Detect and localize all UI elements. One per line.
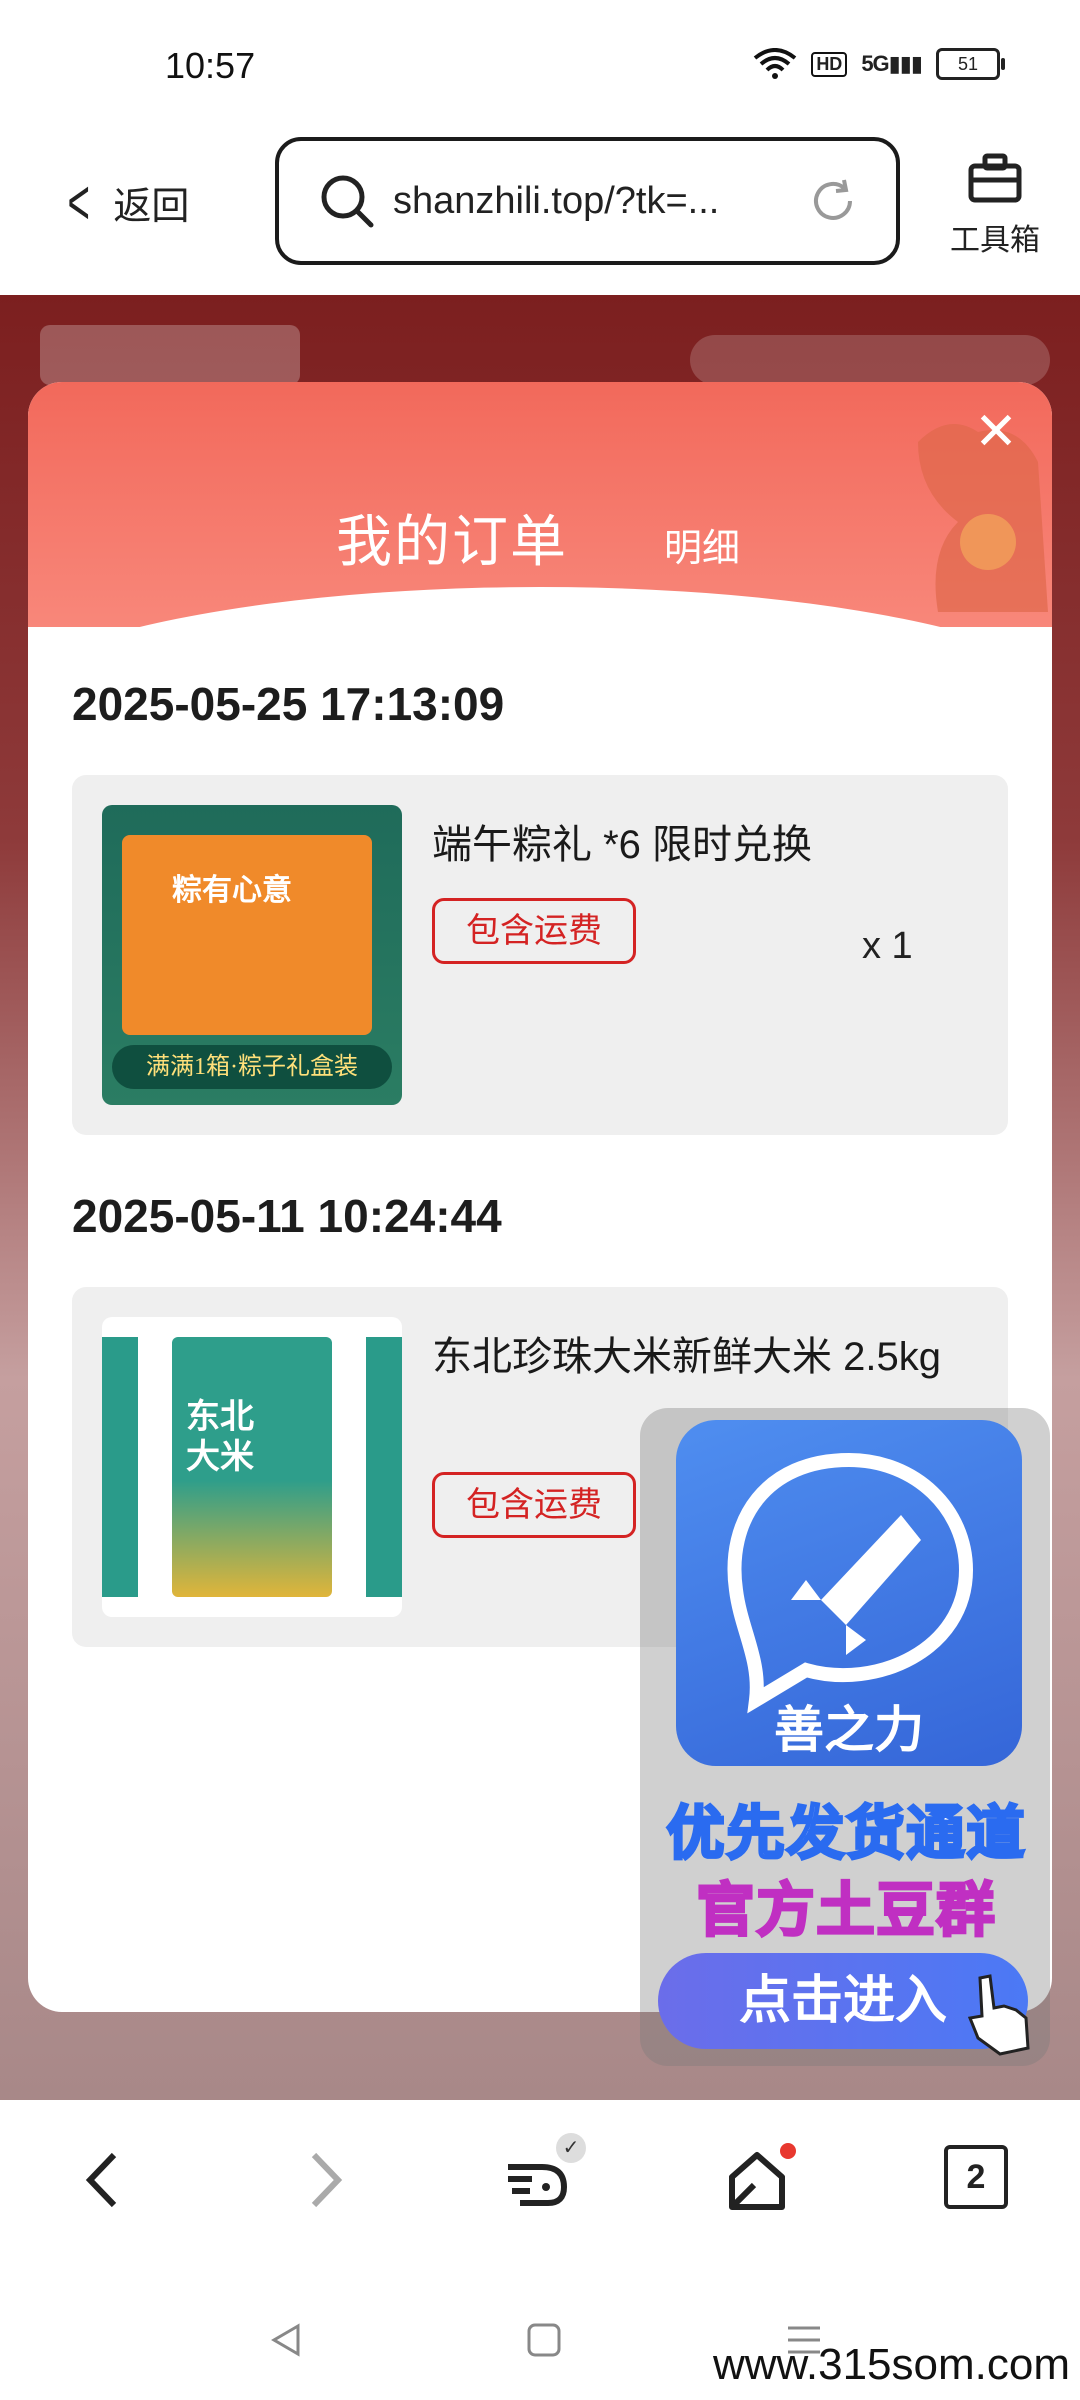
promo-line-1: 优先发货通道: [665, 1800, 1027, 1868]
detail-link[interactable]: 明细: [664, 517, 740, 572]
toolbox-icon: [968, 153, 1022, 203]
product-image: 粽有心意 满满1箱·粽子礼盒装: [102, 805, 402, 1105]
product-name: 东北珍珠大米新鲜大米 2.5kg: [432, 1335, 941, 1379]
floating-promo-banner[interactable]: 善之力 优先发货通道 官方土豆群 点击进入: [640, 1408, 1050, 2066]
search-icon: [321, 175, 374, 228]
order-date: 2025-05-11 10:24:44: [72, 1190, 502, 1242]
browser-top-bar: < 返回 shanzhili.top/?tk=... 工具箱: [0, 130, 1080, 295]
product-name: 端午粽礼 *6 限时兑换: [432, 823, 813, 867]
wifi-icon: [754, 48, 797, 79]
promo-line-2: 官方土豆群: [695, 1877, 997, 1945]
product-image: 东北大米: [102, 1317, 402, 1617]
notification-dot: [780, 2143, 796, 2159]
thumb-title: 东北大米: [186, 1398, 254, 1476]
order-card[interactable]: 粽有心意 满满1箱·粽子礼盒装 端午粽礼 *6 限时兑换 包含运费 x 1: [72, 775, 1008, 1135]
modal-title: 我的订单: [336, 510, 568, 573]
thumb-title: 粽有心意: [172, 874, 292, 907]
status-icons: HD 5G▮▮▮ 51: [753, 48, 1005, 80]
shipping-included-tag: 包含运费: [432, 898, 636, 964]
reload-icon[interactable]: [806, 174, 860, 228]
toolbox-label: 工具箱: [950, 224, 1040, 257]
page-header-blurred: [690, 335, 1050, 385]
close-icon[interactable]: ✕: [966, 402, 1026, 462]
nav-forward-button[interactable]: [288, 2145, 358, 2215]
app-icon: 善之力: [676, 1420, 1022, 1766]
nav-ai-button[interactable]: ✓: [502, 2133, 586, 2215]
toolbox-button[interactable]: 工具箱: [940, 150, 1050, 259]
url-text: shanzhili.top/?tk=...: [393, 179, 720, 222]
hd-badge: HD: [811, 51, 848, 77]
promo-brand: 善之力: [774, 1702, 924, 1758]
rice-bag-right: [366, 1337, 402, 1597]
signal-icon: 5G▮▮▮: [861, 51, 923, 76]
address-bar[interactable]: shanzhili.top/?tk=...: [275, 137, 900, 265]
battery-icon: 51: [936, 48, 1005, 80]
modal-header: 我的订单 明细 ✕: [28, 382, 1052, 727]
battery-level: 51: [957, 54, 979, 74]
chevron-left-icon: [85, 2152, 117, 2208]
watermark-text: www.315som.com: [712, 2340, 1070, 2389]
back-button[interactable]: < 返回: [60, 170, 189, 234]
browser-bottom-bar: ✓ 2: [0, 2100, 1080, 2250]
chevron-right-icon: [311, 2152, 343, 2208]
shipping-included-tag: 包含运费: [432, 1472, 636, 1538]
order-date: 2025-05-25 17:13:09: [72, 678, 505, 730]
page-logo-blurred: [40, 325, 300, 385]
status-time: 10:57: [165, 45, 256, 86]
pointing-hand-icon: [967, 1974, 1030, 2056]
back-label: 返回: [113, 185, 190, 228]
nav-back-button[interactable]: [70, 2145, 140, 2215]
quantity: x 1: [862, 925, 913, 967]
status-bar: 10:57 HD 5G▮▮▮ 51: [0, 0, 1080, 130]
check-badge-icon: ✓: [556, 2133, 586, 2163]
nav-home-button[interactable]: [722, 2143, 796, 2215]
chevron-left-icon: <: [67, 166, 90, 238]
rice-bag-left: [102, 1337, 138, 1597]
nav-tabs-button[interactable]: 2: [944, 2145, 1014, 2215]
system-home-icon[interactable]: [524, 2320, 564, 2360]
network-label: 5G: [861, 51, 889, 76]
thumb-caption: 满满1箱·粽子礼盒装: [112, 1045, 392, 1089]
tab-count: 2: [944, 2145, 1008, 2209]
system-back-icon[interactable]: [266, 2320, 306, 2360]
